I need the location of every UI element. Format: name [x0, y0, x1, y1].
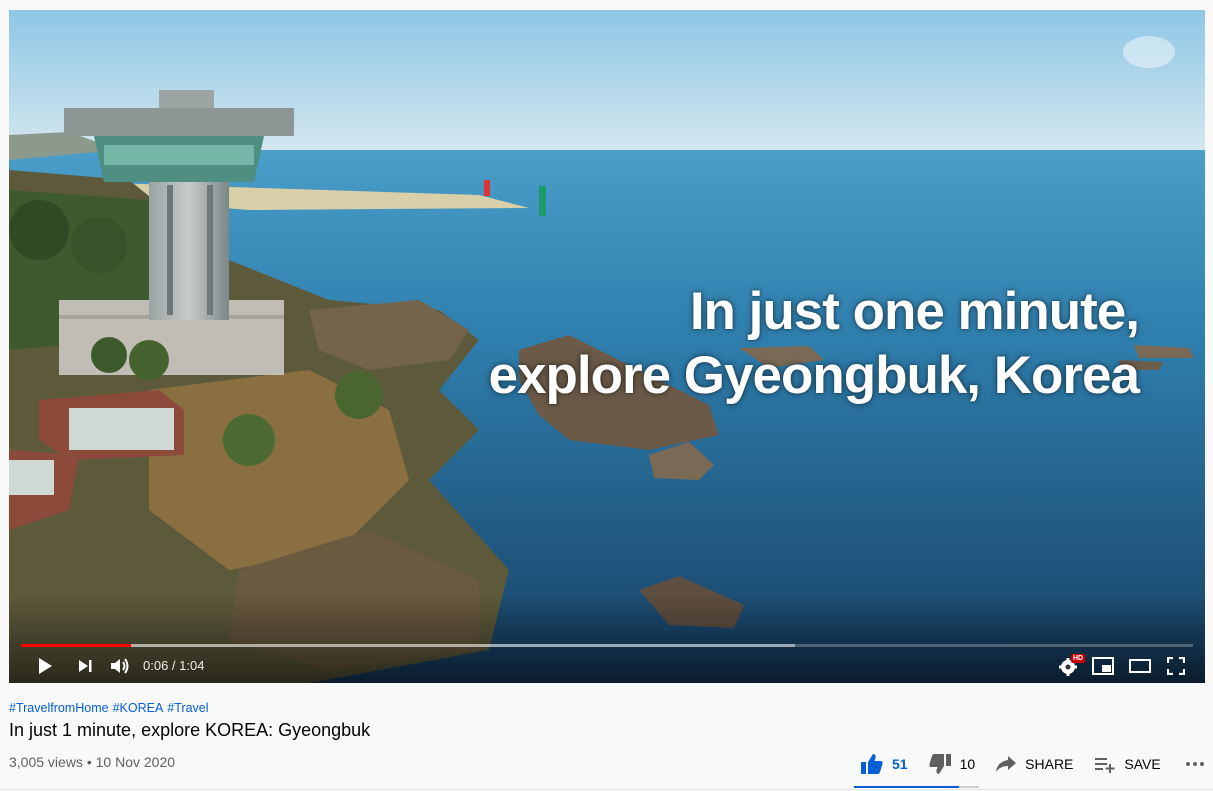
- video-player[interactable]: In just one minute, explore Gyeongbuk, K…: [9, 10, 1205, 683]
- divider: [0, 789, 1213, 790]
- theater-mode-icon: [1129, 659, 1151, 673]
- volume-button[interactable]: [108, 654, 132, 678]
- next-button[interactable]: [73, 654, 97, 678]
- time-display: 0:06 / 1:04: [143, 658, 205, 673]
- progress-bar[interactable]: [21, 644, 1193, 647]
- dislike-button[interactable]: 10: [928, 753, 976, 775]
- like-count: 51: [892, 756, 908, 772]
- hashtag-link[interactable]: #KOREA: [113, 701, 164, 715]
- save-label: SAVE: [1124, 756, 1161, 772]
- hashtags: #TravelfromHome #KOREA #Travel: [9, 701, 213, 715]
- add-to-playlist-icon: [1095, 758, 1115, 773]
- play-button[interactable]: [33, 654, 57, 678]
- share-icon: [996, 756, 1017, 772]
- miniplayer-button[interactable]: [1091, 654, 1115, 678]
- overlay-line-2: explore Gyeongbuk, Korea: [488, 346, 1140, 405]
- progress-buffered: [21, 644, 795, 647]
- more-horizontal-icon: [1185, 762, 1204, 766]
- sentiment-like-portion: [854, 786, 959, 788]
- share-label: SHARE: [1025, 756, 1074, 772]
- video-title: In just 1 minute, explore KOREA: Gyeongb…: [9, 720, 371, 740]
- video-overlay-title: In just one minute, explore Gyeongbuk, K…: [9, 280, 1140, 408]
- more-actions-button[interactable]: [1185, 761, 1213, 767]
- next-icon: [79, 660, 92, 672]
- action-bar: 51 10 SHARE SAVE: [860, 752, 1213, 776]
- miniplayer-icon: [1092, 657, 1114, 675]
- fullscreen-button[interactable]: [1164, 654, 1188, 678]
- upload-date: 10 Nov 2020: [95, 754, 176, 770]
- hd-badge: HD: [1071, 654, 1086, 663]
- share-button[interactable]: SHARE: [995, 755, 1073, 773]
- thumbs-up-icon: [861, 754, 883, 774]
- thumbs-down-icon: [928, 754, 951, 774]
- overlay-line-1: In just one minute,: [689, 282, 1140, 341]
- progress-played: [21, 644, 132, 647]
- like-button[interactable]: 51: [860, 753, 908, 775]
- settings-button[interactable]: HD: [1056, 654, 1086, 678]
- meta-separator: •: [86, 754, 92, 770]
- hashtag-link[interactable]: #Travel: [167, 701, 208, 715]
- dislike-count: 10: [959, 756, 976, 772]
- volume-icon: [111, 658, 129, 674]
- video-meta: 3,005 views • 10 Nov 2020: [9, 754, 175, 770]
- theater-mode-button[interactable]: [1128, 654, 1152, 678]
- view-count: 3,005 views: [9, 754, 83, 770]
- fullscreen-icon: [1167, 657, 1185, 675]
- hashtag-link[interactable]: #TravelfromHome: [9, 701, 109, 715]
- play-icon: [39, 658, 52, 674]
- save-button[interactable]: SAVE: [1094, 755, 1161, 773]
- sentiment-bar: [854, 786, 979, 788]
